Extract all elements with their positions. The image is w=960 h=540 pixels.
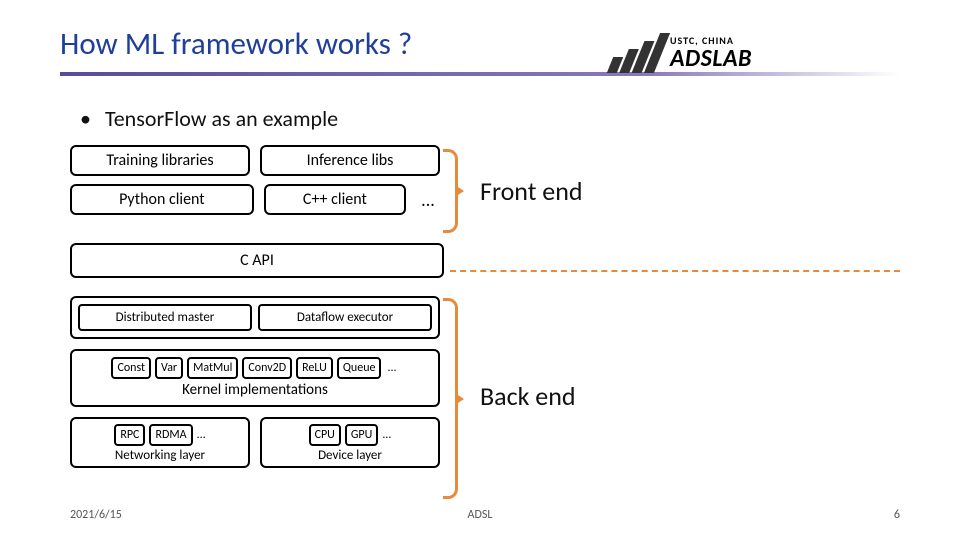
ellipsis-clients: ... bbox=[416, 189, 440, 211]
box-python-client: Python client bbox=[70, 184, 254, 215]
chip-rpc: RPC bbox=[114, 424, 145, 446]
group-bottom-pair: RPC RDMA ... Networking layer CPU GPU ..… bbox=[70, 417, 440, 468]
chip-var: Var bbox=[155, 357, 183, 379]
group-kernel: Const Var MatMul Conv2D ReLU Queue ... K… bbox=[70, 349, 440, 407]
box-cpp-client: C++ client bbox=[264, 184, 406, 215]
logo: USTC, CHINA ADSLAB bbox=[610, 30, 900, 75]
architecture-diagram: Training libraries Inference libs Python… bbox=[70, 145, 440, 468]
brace-back-icon bbox=[443, 298, 458, 499]
box-inference-libs: Inference libs bbox=[260, 145, 440, 176]
chip-queue: Queue bbox=[337, 357, 382, 379]
group-device: CPU GPU ... Device layer bbox=[260, 417, 440, 468]
chip-conv2d: Conv2D bbox=[242, 357, 292, 379]
chip-dev-ellipsis: ... bbox=[382, 428, 391, 442]
label-device: Device layer bbox=[267, 448, 433, 463]
brace-front-icon bbox=[443, 149, 458, 233]
label-networking: Networking layer bbox=[77, 448, 243, 463]
logo-maintext: ADSLAB bbox=[670, 47, 752, 71]
chip-gpu: GPU bbox=[345, 424, 378, 446]
label-kernel-impl: Kernel implementations bbox=[78, 381, 432, 399]
chip-relu: ReLU bbox=[296, 357, 333, 379]
slide-title: How ML framework works ? bbox=[60, 25, 412, 63]
chip-const: Const bbox=[111, 357, 151, 379]
group-networking: RPC RDMA ... Networking layer bbox=[70, 417, 250, 468]
footer-date: 2021/6/15 bbox=[70, 508, 122, 522]
footer-page-number: 6 bbox=[894, 508, 900, 522]
box-c-api: C API bbox=[70, 243, 444, 278]
box-training-libraries: Training libraries bbox=[70, 145, 250, 176]
label-front-end: Front end bbox=[480, 175, 583, 207]
chip-rdma: RDMA bbox=[149, 424, 192, 446]
chip-cpu: CPU bbox=[309, 424, 341, 446]
label-back-end: Back end bbox=[480, 380, 576, 412]
box-distributed-master: Distributed master bbox=[78, 304, 252, 331]
box-dataflow-executor: Dataflow executor bbox=[258, 304, 432, 331]
chip-ellipsis: ... bbox=[385, 361, 398, 375]
logo-bars-icon bbox=[610, 33, 662, 73]
chip-matmul: MatMul bbox=[187, 357, 238, 379]
group-master-executor: Distributed master Dataflow executor bbox=[70, 296, 440, 339]
chip-net-ellipsis: ... bbox=[197, 428, 206, 442]
bullet-line: • TensorFlow as an example bbox=[80, 105, 338, 132]
divider-dashed bbox=[450, 270, 900, 272]
bullet-dot-icon: • bbox=[80, 105, 91, 132]
footer-center: ADSL bbox=[468, 508, 493, 522]
bullet-text: TensorFlow as an example bbox=[105, 105, 338, 132]
